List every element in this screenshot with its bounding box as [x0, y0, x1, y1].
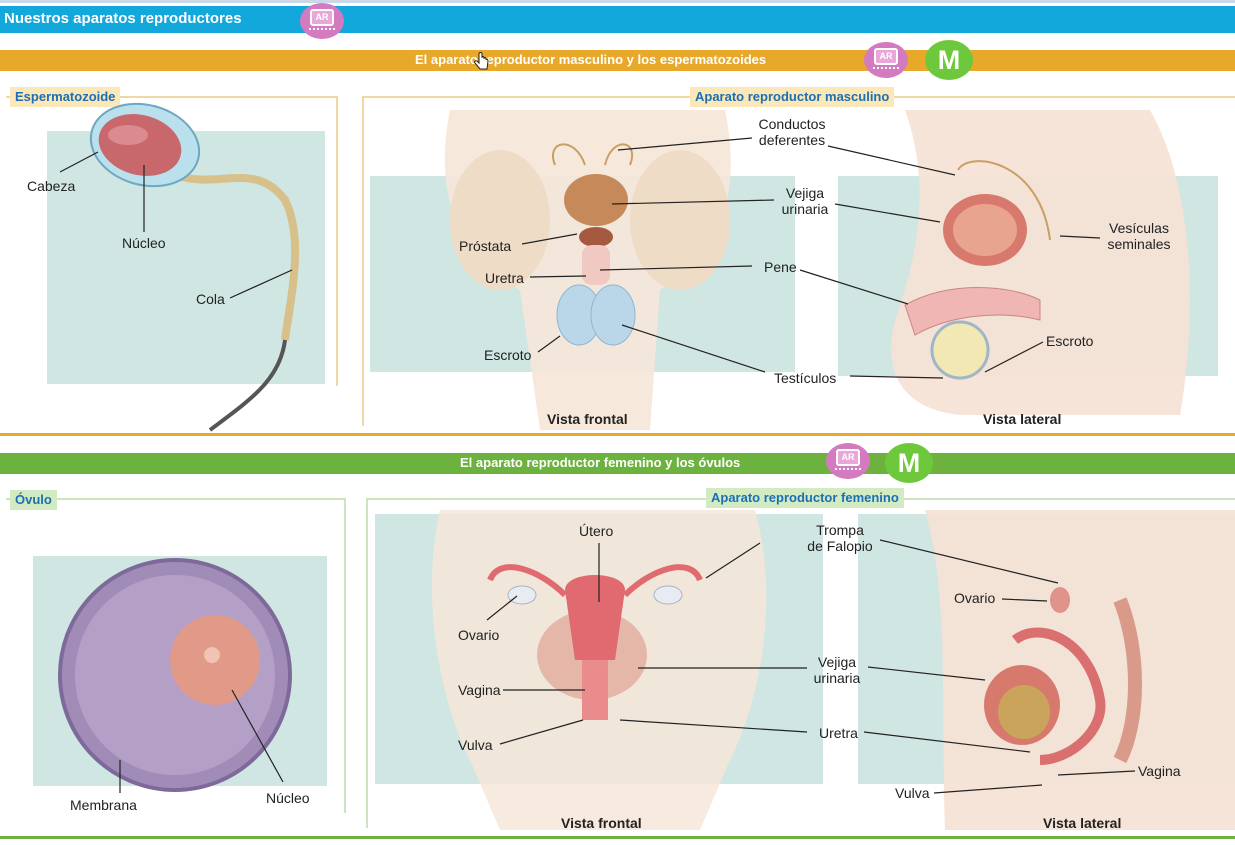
hand-cursor-icon [474, 52, 489, 70]
male-lateral-illustration [891, 110, 1190, 415]
vulva-lateral-label: Vulva [895, 785, 930, 801]
fallopian-tube-label: Trompa de Falopio [807, 522, 873, 554]
scrotum-lateral-label: Escroto [1046, 333, 1094, 349]
vagina-lateral-label: Vagina [1138, 763, 1181, 779]
female-urethra-label: Uretra [819, 725, 858, 741]
membrane-label: Membrana [70, 797, 137, 813]
ovule-nucleus-label: Núcleo [266, 790, 310, 806]
sperm-nucleus-label: Núcleo [122, 235, 166, 251]
seminal-vesicles-label: Vesículas seminales [1107, 220, 1171, 252]
female-lateral-illustration [925, 510, 1235, 830]
scrotum-frontal-label: Escroto [484, 347, 532, 363]
sperm-tail-label: Cola [196, 291, 225, 307]
ovary-lateral-label: Ovario [954, 590, 996, 606]
testicles-label: Testículos [774, 370, 837, 386]
penis-label: Pene [764, 259, 797, 275]
uterus-label: Útero [579, 523, 614, 539]
male-urethra-label: Uretra [485, 270, 524, 286]
male-frontal-caption: Vista frontal [547, 411, 628, 427]
male-lateral-caption: Vista lateral [983, 411, 1062, 427]
vulva-frontal-label: Vulva [458, 737, 493, 753]
female-lateral-caption: Vista lateral [1043, 815, 1122, 831]
vas-deferens-label: Conductos deferentes [758, 116, 826, 148]
male-bladder-label: Vejiga urinaria [781, 185, 829, 217]
sperm-illustration [89, 102, 300, 432]
prostate-label: Próstata [459, 238, 512, 254]
ovary-frontal-label: Ovario [458, 627, 500, 643]
female-bladder-label: Vejiga urinaria [813, 654, 861, 686]
ovule-illustration [58, 558, 292, 792]
female-frontal-caption: Vista frontal [561, 815, 642, 831]
sperm-head-label: Cabeza [27, 178, 76, 194]
vagina-frontal-label: Vagina [458, 682, 501, 698]
